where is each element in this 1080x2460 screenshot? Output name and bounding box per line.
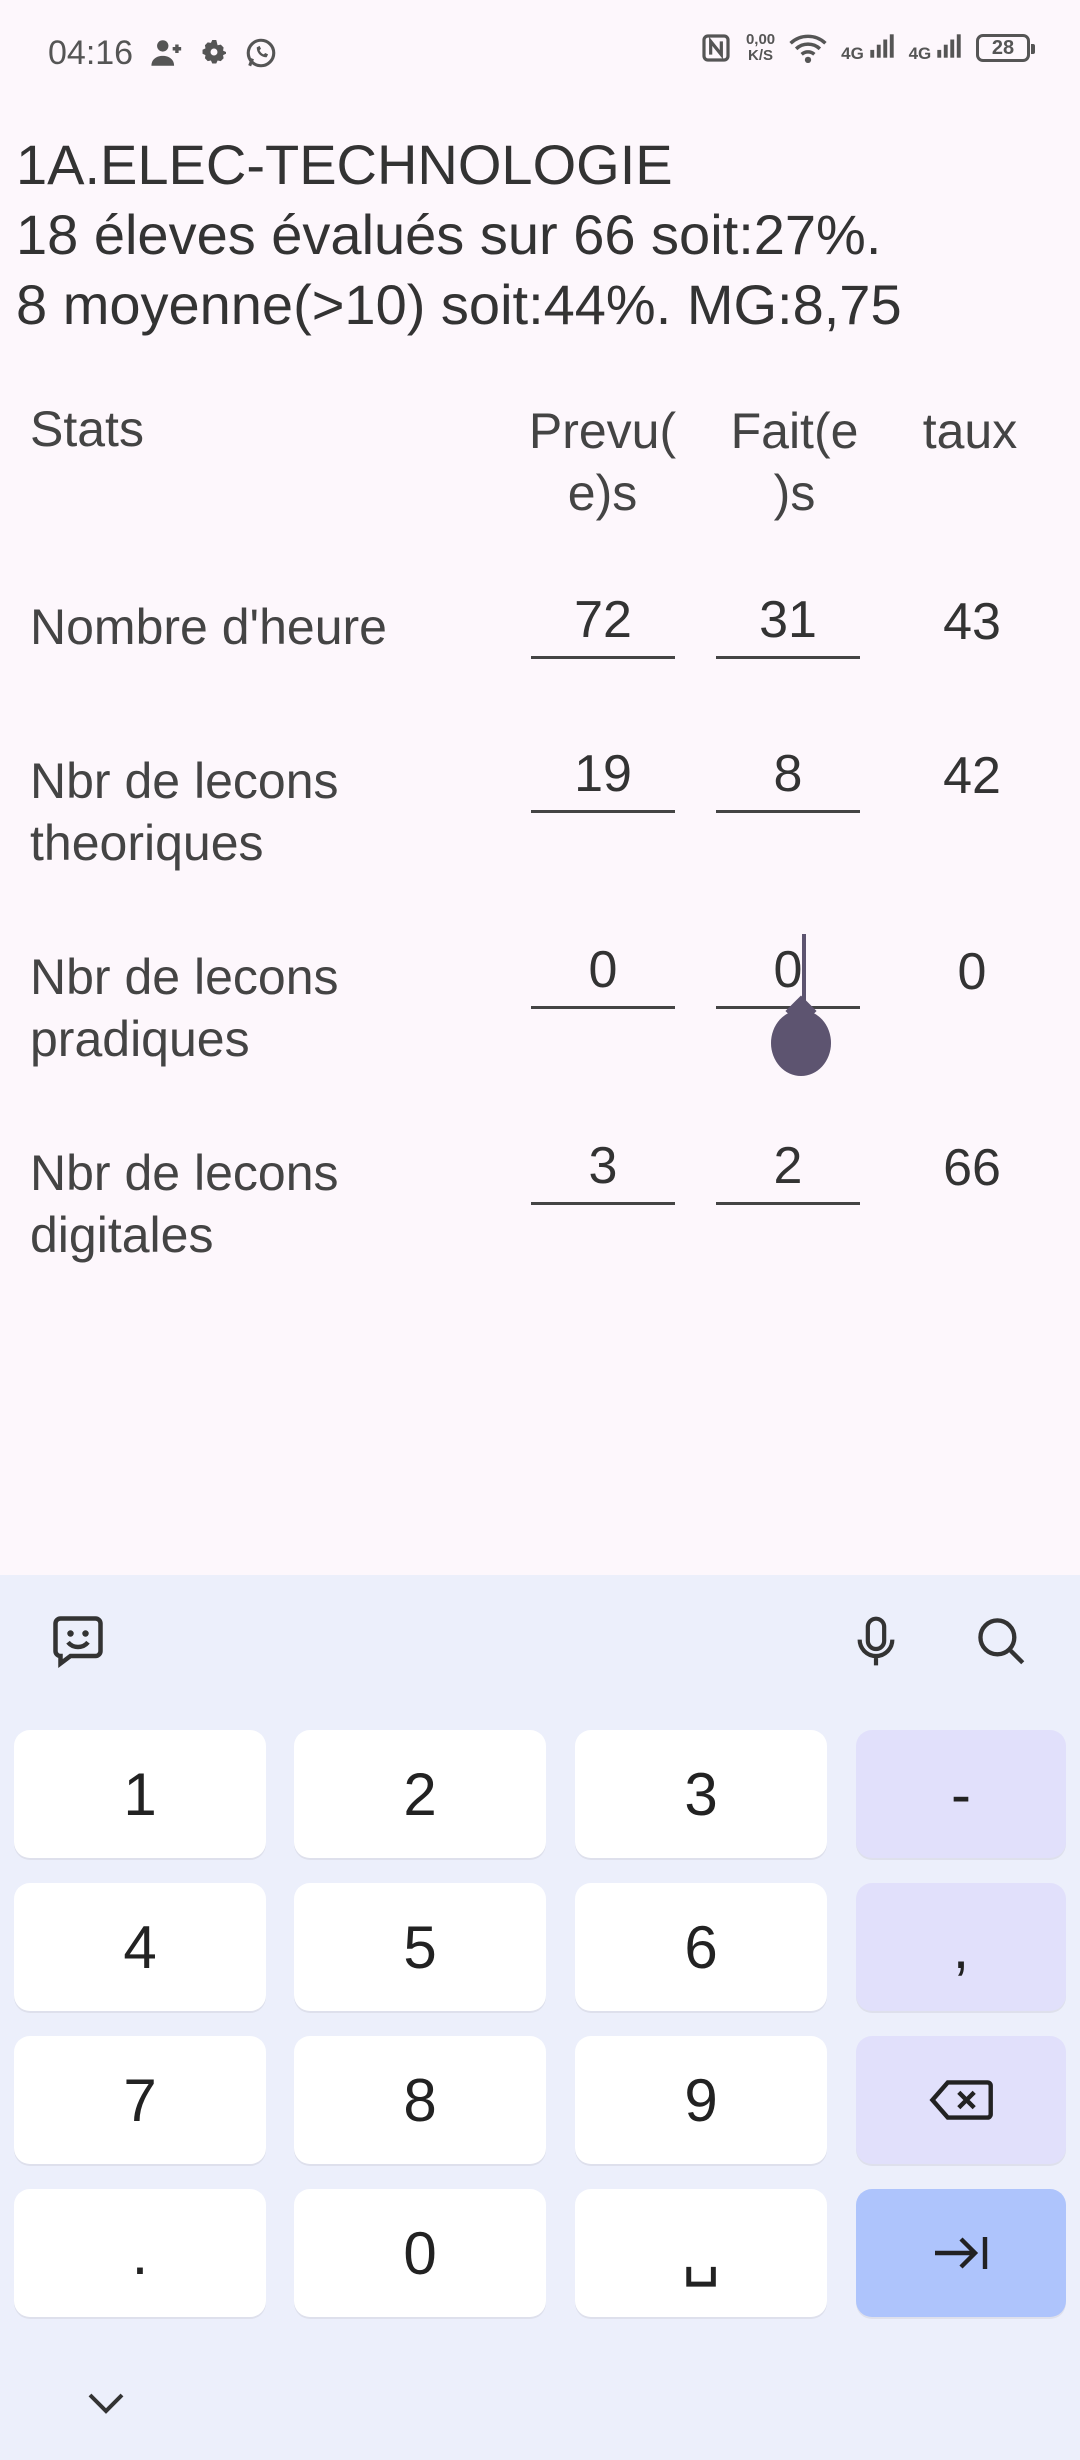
backspace-key[interactable] — [856, 2036, 1066, 2164]
battery-icon: 28 — [976, 34, 1035, 62]
row-label-line2: pradiques — [30, 1011, 250, 1067]
key-2[interactable]: 2 — [294, 1730, 546, 1858]
row-label-digital: Nbr de lecons digitales — [30, 1142, 339, 1266]
cursor-handle[interactable] — [771, 1010, 831, 1076]
net-speed-unit: K/S — [748, 47, 774, 64]
signal-icon — [869, 33, 894, 58]
net-speed-value: 0,00 — [745, 31, 776, 48]
search-icon[interactable] — [972, 1612, 1030, 1670]
text-cursor — [802, 934, 806, 1004]
emoji-sticker-icon[interactable] — [48, 1610, 108, 1672]
row-label-theoretical: Nbr de lecons theoriques — [30, 750, 339, 874]
row-label-practical: Nbr de lecons pradiques — [30, 946, 339, 1070]
prevu-digital-input[interactable]: 3 — [531, 1134, 675, 1205]
class-summary: 1A.ELEC-TECHNOLOGIE 18 éleves évalués su… — [16, 130, 902, 340]
taux-digital: 66 — [943, 1139, 1001, 1197]
taux-practical: 0 — [957, 943, 987, 1001]
gear-icon — [202, 40, 226, 64]
signal-icon — [937, 33, 961, 58]
fait-hours-input[interactable]: 31 — [716, 588, 860, 659]
numeric-keyboard — [0, 1575, 1080, 2460]
key-5[interactable]: 5 — [294, 1883, 546, 2011]
prevu-hours-input[interactable]: 72 — [531, 588, 675, 659]
space-key[interactable]: ␣ — [575, 2189, 827, 2317]
key-4[interactable]: 4 — [14, 1883, 266, 2011]
col-header-taux: taux — [922, 403, 1018, 459]
sim1-signal: 4G — [841, 33, 894, 64]
col-header-fait-line1: Fait(e — [730, 403, 859, 459]
average-summary: 8 moyenne(>10) soit:44%. MG:8,75 — [16, 273, 902, 336]
status-left-icons — [150, 36, 278, 70]
col-header-prevu: Prevu( e)s — [520, 400, 685, 524]
status-time: 04:16 — [48, 34, 134, 72]
key-9[interactable]: 9 — [575, 2036, 827, 2164]
key-0[interactable]: 0 — [294, 2189, 546, 2317]
prevu-practical-input[interactable]: 0 — [531, 938, 675, 1009]
fait-practical-input[interactable]: 0 — [716, 938, 860, 1009]
row-label-line1: Nbr de lecons — [30, 753, 339, 809]
row-label-line1: Nombre d'heure — [30, 599, 387, 655]
key-1[interactable]: 1 — [14, 1730, 266, 1858]
key-7[interactable]: 7 — [14, 2036, 266, 2164]
status-right-icons: 0,00 K/S 4G 4G 28 — [700, 32, 1035, 64]
sim1-label: 4G — [841, 43, 864, 63]
prevu-theoretical-input[interactable]: 19 — [531, 742, 675, 813]
class-title: 1A.ELEC-TECHNOLOGIE — [16, 133, 673, 196]
key-period[interactable]: . — [14, 2189, 266, 2317]
evaluated-summary: 18 éleves évalués sur 66 soit:27%. — [16, 203, 882, 266]
sim2-label: 4G — [908, 43, 932, 63]
sim2-signal: 4G — [909, 33, 962, 64]
key-comma[interactable]: , — [856, 1883, 1066, 2011]
key-minus[interactable]: - — [856, 1730, 1066, 1858]
col-header-stats: Stats — [30, 401, 144, 457]
col-header-fait-line2: )s — [773, 465, 816, 521]
taux-theoretical: 42 — [943, 747, 1001, 805]
col-header-fait: Fait(e )s — [712, 400, 877, 524]
status-bar: 04:16 0,00 K/S 4G 4G 28 — [0, 0, 1080, 110]
tab-next-key[interactable] — [856, 2189, 1066, 2317]
row-label-line2: digitales — [30, 1207, 214, 1263]
key-3[interactable]: 3 — [575, 1730, 827, 1858]
chevron-down-icon[interactable] — [86, 2390, 126, 2416]
col-header-prevu-line1: Prevu( — [528, 403, 677, 459]
fait-theoretical-input[interactable]: 8 — [716, 742, 860, 813]
battery-level: 28 — [991, 36, 1015, 59]
row-label-line2: theoriques — [30, 815, 264, 871]
microphone-icon[interactable] — [848, 1612, 904, 1672]
key-6[interactable]: 6 — [575, 1883, 827, 2011]
backspace-icon — [929, 2080, 993, 2120]
fait-digital-input[interactable]: 2 — [716, 1134, 860, 1205]
whatsapp-icon — [246, 38, 276, 68]
row-label-line1: Nbr de lecons — [30, 1145, 339, 1201]
wifi-icon — [789, 34, 827, 64]
row-label-hours: Nombre d'heure — [30, 596, 387, 658]
nfc-icon — [702, 34, 730, 62]
taux-hours: 43 — [943, 593, 1001, 651]
net-speed: 0,00 K/S — [746, 32, 775, 64]
row-label-line1: Nbr de lecons — [30, 949, 339, 1005]
key-8[interactable]: 8 — [294, 2036, 546, 2164]
tab-arrow-icon — [935, 2237, 988, 2269]
col-header-prevu-line2: e)s — [567, 465, 638, 521]
person-add-icon — [151, 40, 182, 66]
